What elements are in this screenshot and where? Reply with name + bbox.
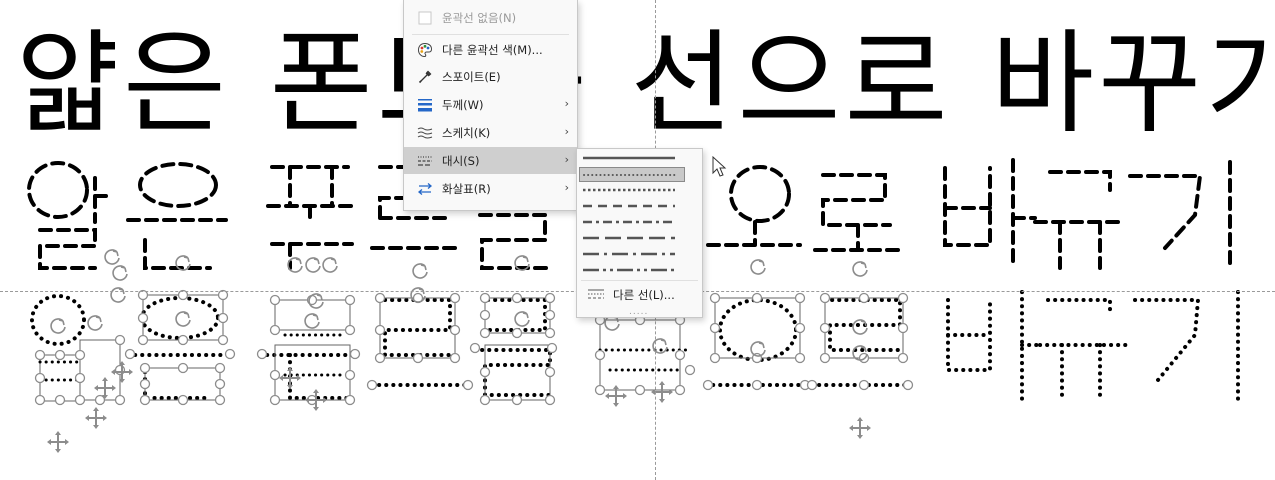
dash-icon <box>416 153 434 169</box>
menu-item-no-outline[interactable]: 윤곽선 없음(N) <box>404 4 577 31</box>
chevron-right-icon: › <box>564 153 569 166</box>
dash-style-long-dash[interactable] <box>581 231 687 245</box>
more-lines-icon <box>587 287 605 304</box>
dash-style-solid[interactable] <box>581 151 687 165</box>
dash-style-long-dash-dot-dot[interactable] <box>581 263 687 277</box>
palette-icon <box>416 42 434 58</box>
chevron-right-icon: › <box>564 181 569 194</box>
menu-item-dash[interactable]: 대시(S) › <box>404 147 577 174</box>
eyedropper-icon <box>416 69 434 85</box>
mouse-cursor-icon <box>712 156 727 177</box>
dash-style-submenu: 다른 선(L)... ..... <box>576 148 703 318</box>
menu-item-weight[interactable]: 두께(W) › <box>404 91 577 118</box>
resize-grip[interactable]: ..... <box>629 307 648 317</box>
no-outline-icon <box>416 10 434 26</box>
weight-icon <box>416 97 434 113</box>
menu-item-eyedropper[interactable]: 스포이트(E) <box>404 63 577 90</box>
sketch-icon <box>416 125 434 141</box>
arrows-icon <box>416 181 434 197</box>
dash-style-round-dot[interactable] <box>579 167 685 182</box>
menu-item-sketch[interactable]: 스케치(K) › <box>404 119 577 146</box>
chevron-right-icon: › <box>564 125 569 138</box>
dash-style-dash-dot[interactable] <box>581 215 687 229</box>
submenu-separator <box>581 280 698 281</box>
dash-style-square-dot[interactable] <box>581 183 687 197</box>
dash-style-long-dash-dot[interactable] <box>581 247 687 261</box>
menu-separator <box>412 34 569 35</box>
menu-item-more-outline-colors[interactable]: 다른 윤곽선 색(M)... <box>404 36 577 63</box>
chevron-right-icon: › <box>564 97 569 110</box>
menu-item-arrows[interactable]: 화살표(R) › <box>404 175 577 202</box>
outline-context-menu: 윤곽선 없음(N) 다른 윤곽선 색(M)... 스포이트(E) 두께(W) ›… <box>403 0 578 211</box>
dash-style-dash[interactable] <box>581 199 687 213</box>
more-lines-button[interactable]: 다른 선(L)... <box>587 287 675 303</box>
